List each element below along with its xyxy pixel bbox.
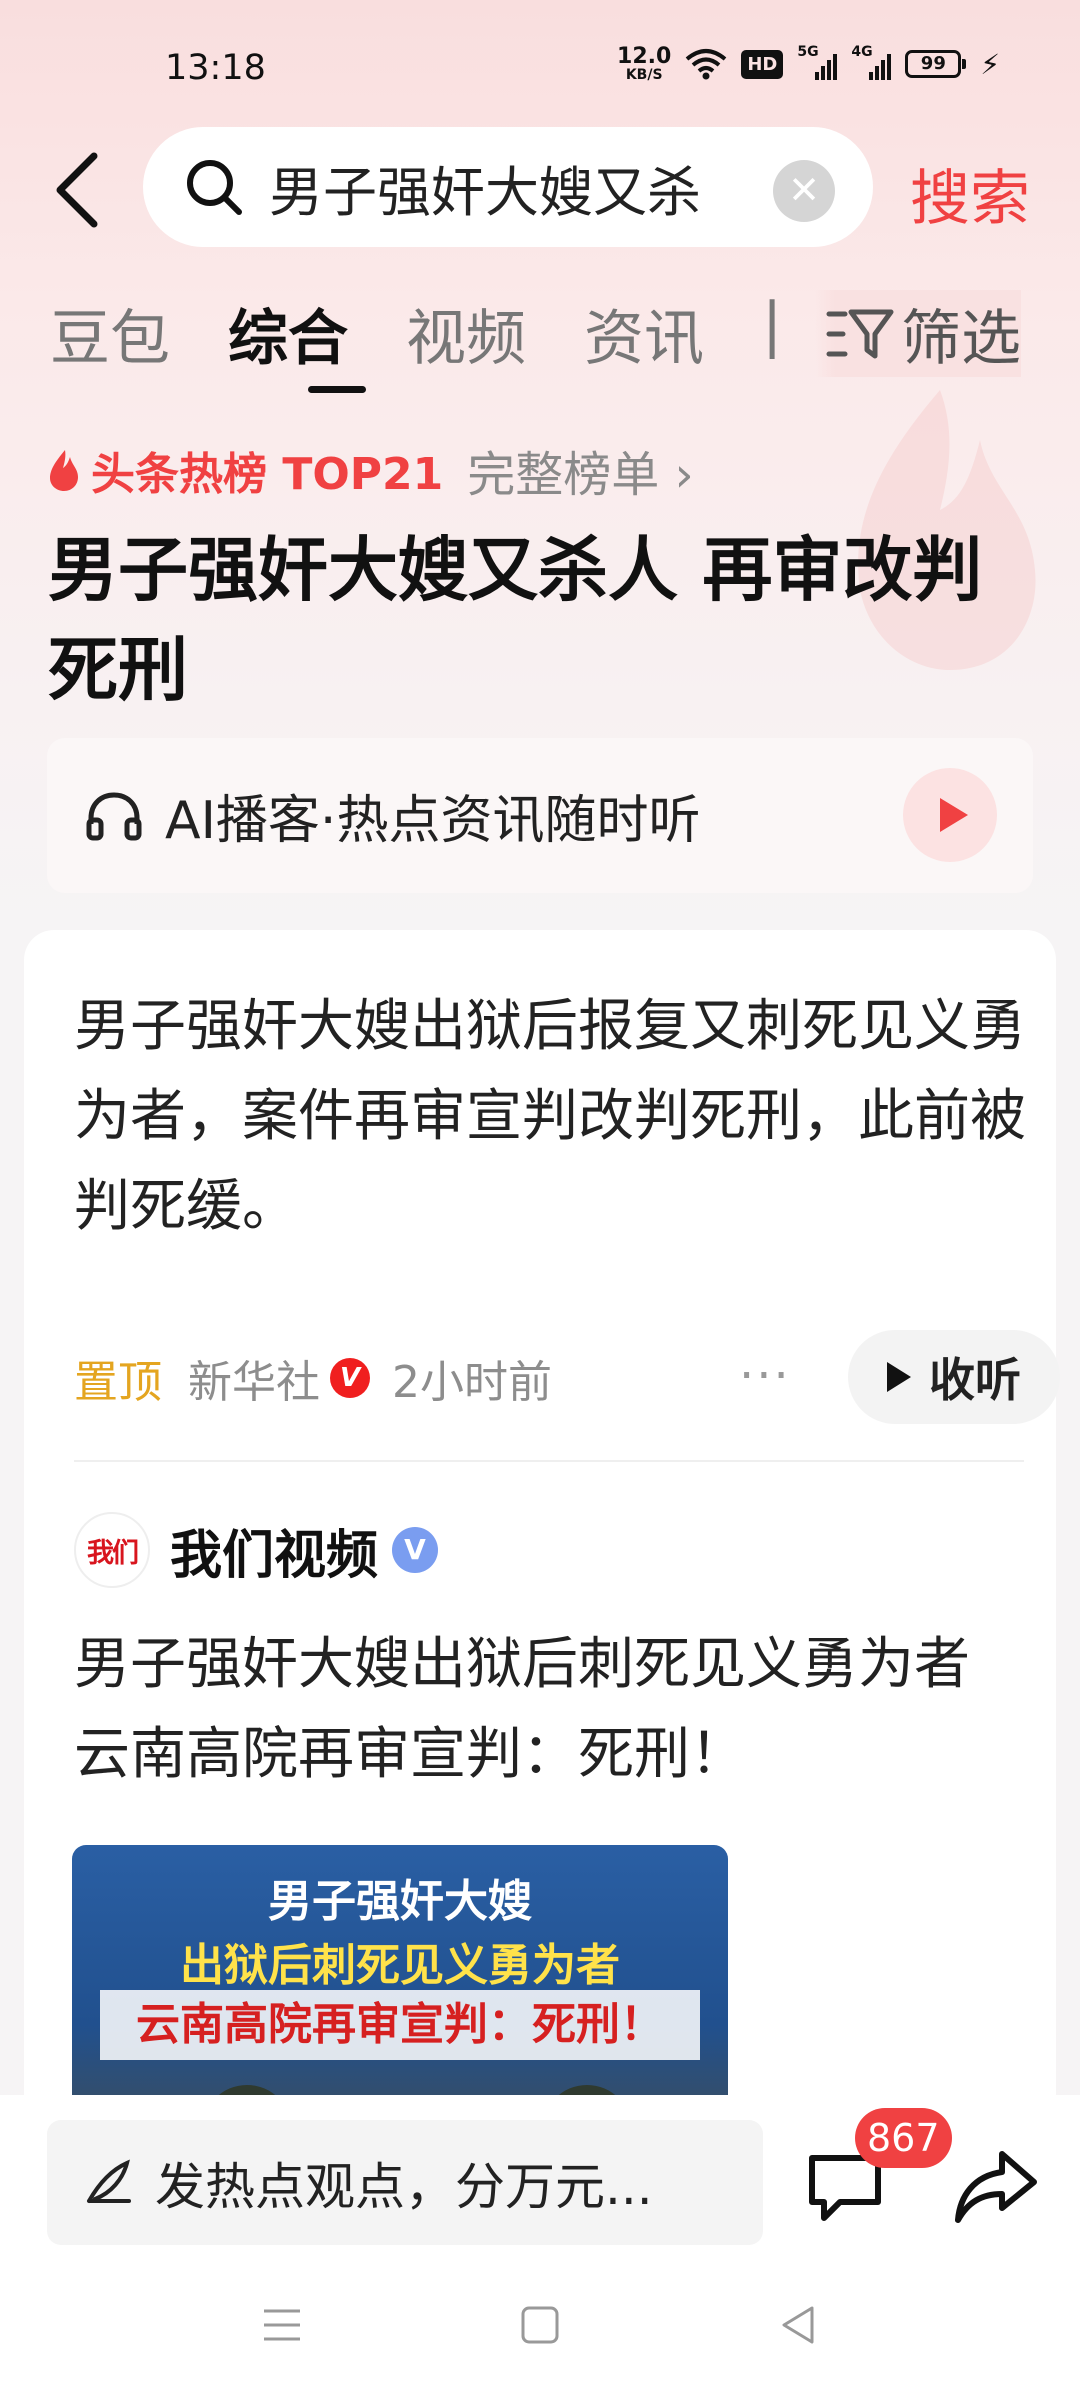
pinned-label: 置顶 (74, 1357, 162, 1408)
search-icon (187, 160, 242, 215)
filter-button[interactable]: 筛选 (815, 290, 1021, 377)
article-video-text[interactable]: 男子强奸大嫂出狱后刺死见义勇为者 云南高院再审宣判：死刑！ (74, 1620, 1034, 1800)
pen-icon (87, 2159, 131, 2203)
thumbnail-caption-1: 男子强奸大嫂 (268, 1876, 532, 1927)
menu-icon[interactable] (262, 2305, 302, 2345)
tab-comprehensive[interactable]: 综合 (228, 290, 348, 377)
signal-4g-label: 4G (851, 44, 873, 60)
more-options-icon[interactable]: ··· (739, 1348, 791, 1404)
search-input[interactable]: 男子强奸大嫂又杀 ✕ (143, 127, 873, 247)
comment-placeholder: 发热点观点，分万元... (155, 2157, 653, 2216)
search-results-screen: 13:18 12.0 KB/S HD 5G 4G 99 ⚡ 男子强奸大嫂又杀 ✕… (0, 0, 1080, 2400)
hot-topic-title: 男子强奸大嫂又杀人 再审改判死刑 (48, 529, 983, 711)
system-nav-bar (0, 2305, 1080, 2395)
results-card: 男子强奸大嫂出狱后报复又刺死见义勇为者，案件再审宣判改判死刑，此前被判死缓。 置… (24, 930, 1060, 2145)
fire-icon (50, 450, 78, 491)
share-button[interactable] (950, 2140, 1040, 2230)
avatar[interactable]: 我们 (74, 1512, 150, 1588)
signal-5g-icon: 5G (797, 44, 838, 80)
tab-news[interactable]: 资讯 (584, 290, 704, 377)
back-button[interactable] (50, 150, 110, 230)
article-meta: 置顶 新华社 V 2小时前 ··· 收听 (74, 1330, 1060, 1426)
battery-level: 99 (905, 50, 962, 78)
headphones-icon (86, 791, 142, 840)
home-icon[interactable] (520, 2305, 560, 2345)
comment-input[interactable]: 发热点观点，分万元... (47, 2120, 763, 2245)
full-list-link[interactable]: 完整榜单 › (467, 435, 693, 505)
filter-label: 筛选 (901, 304, 1021, 374)
thumbnail-caption-2: 出狱后刺死见义勇为者 (180, 1940, 620, 1991)
author-name[interactable]: 我们视频 (170, 1513, 378, 1588)
hot-list-bar[interactable]: 头条热榜 TOP21 完整榜单 › (47, 440, 694, 503)
active-tab-indicator (308, 386, 366, 393)
verified-blue-icon: V (392, 1527, 439, 1573)
hd-voice-icon: HD (741, 49, 784, 79)
author-row[interactable]: 我们 我们视频 V (74, 1510, 439, 1590)
signal-4g-icon: 4G (851, 44, 892, 80)
wifi-icon (686, 49, 727, 80)
status-bar: 13:18 12.0 KB/S HD 5G 4G 99 ⚡ (0, 0, 1080, 130)
tab-doubao[interactable]: 豆包 (50, 290, 170, 377)
signal-5g-label: 5G (797, 44, 819, 60)
article-pinned-text[interactable]: 男子强奸大嫂出狱后报复又刺死见义勇为者，案件再审宣判改判死刑，此前被判死缓。 (74, 982, 1034, 1252)
back-nav-icon[interactable] (778, 2305, 818, 2345)
comment-count-badge: 867 (855, 2108, 952, 2168)
hot-list-badge: 头条热榜 TOP21 (91, 449, 444, 500)
net-speed-value: 12.0 (617, 44, 672, 69)
divider (74, 1460, 1024, 1462)
clear-search-icon[interactable]: ✕ (773, 160, 835, 222)
status-time: 13:18 (165, 48, 266, 88)
tab-video[interactable]: 视频 (406, 290, 526, 377)
tab-clipped[interactable]: | (762, 290, 782, 360)
filter-icon (826, 309, 894, 358)
thumbnail-caption-3: 云南高院再审宣判：死刑！ (100, 1990, 700, 2060)
search-query: 男子强奸大嫂又杀 (269, 160, 701, 224)
charging-icon: ⚡ (980, 47, 1000, 81)
status-icons: 12.0 KB/S HD 5G 4G 99 ⚡ (617, 44, 1000, 83)
back-arrow-icon (56, 152, 98, 228)
share-icon (955, 2151, 1037, 2223)
ai-podcast-bar[interactable]: AI播客·热点资讯随时听 (47, 738, 1033, 893)
article-time: 2小时前 (392, 1357, 552, 1408)
battery-icon: 99 (905, 50, 967, 78)
net-speed-unit: KB/S (625, 67, 663, 83)
verified-red-icon: V (330, 1358, 370, 1398)
play-icon[interactable] (903, 768, 997, 862)
net-speed: 12.0 KB/S (617, 44, 672, 83)
play-triangle-icon (887, 1362, 911, 1392)
search-button[interactable]: 搜索 (910, 150, 1030, 237)
ai-podcast-text: AI播客·热点资讯随时听 (165, 791, 701, 851)
listen-label: 收听 (929, 1353, 1021, 1407)
listen-button[interactable]: 收听 (848, 1330, 1060, 1424)
bottom-action-bar: 发热点观点，分万元... 867 (0, 2095, 1080, 2400)
article-source[interactable]: 新华社 (188, 1346, 320, 1410)
